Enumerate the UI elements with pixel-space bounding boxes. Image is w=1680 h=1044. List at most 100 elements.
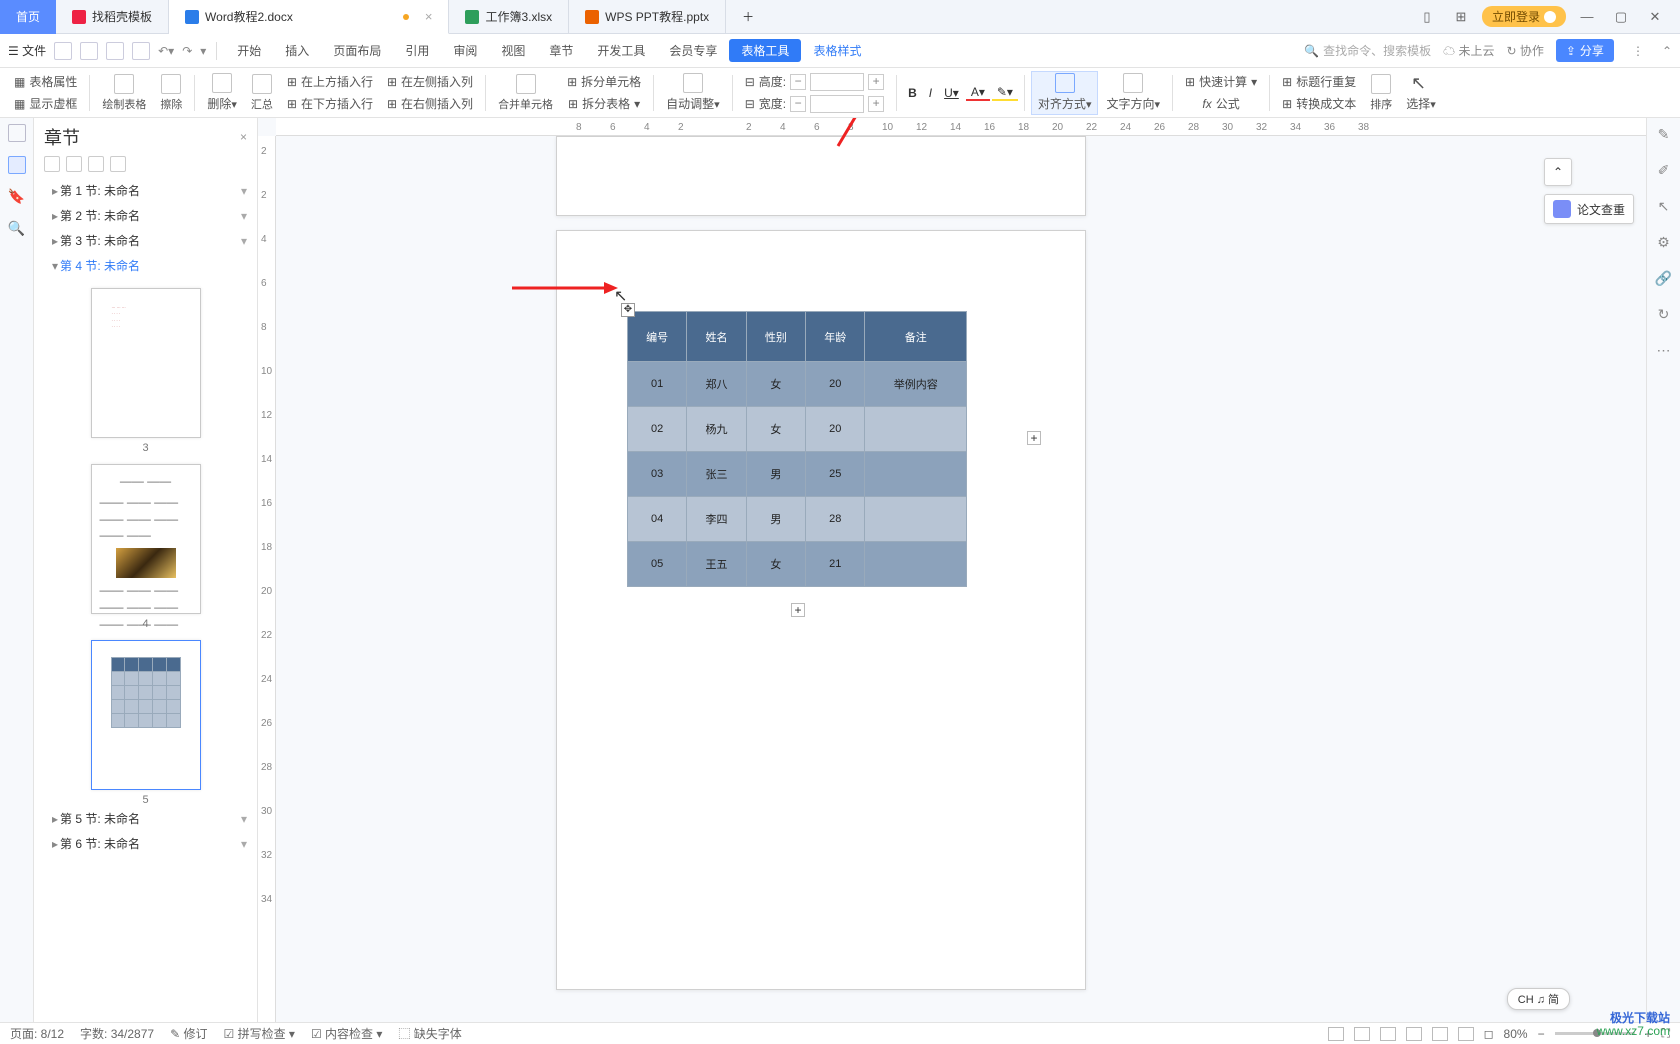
page-thumb-5[interactable] bbox=[91, 640, 201, 790]
rib-bold[interactable]: B bbox=[903, 86, 922, 100]
dock-search-icon[interactable]: 🔍 bbox=[8, 220, 26, 238]
qat-save[interactable] bbox=[54, 42, 72, 60]
table-cell[interactable]: 男 bbox=[746, 452, 805, 497]
view-page-icon[interactable] bbox=[1354, 1027, 1370, 1041]
window-close[interactable]: ✕ bbox=[1642, 9, 1668, 25]
qat-print[interactable] bbox=[80, 42, 98, 60]
rib-italic[interactable]: I bbox=[924, 86, 937, 100]
rib-split-table[interactable]: ⊞ 拆分表格▾ bbox=[561, 93, 647, 115]
width-input[interactable] bbox=[810, 95, 864, 113]
height-input[interactable] bbox=[810, 73, 864, 91]
menu-table-style[interactable]: 表格样式 bbox=[801, 42, 873, 59]
status-spell[interactable]: ☑ 拼写检查 ▾ bbox=[223, 1025, 294, 1042]
rib-title-row-repeat[interactable]: ⊞ 标题行重复 bbox=[1276, 71, 1362, 93]
share-button[interactable]: ⇪ 分享 bbox=[1556, 39, 1614, 62]
rib-insert-row-above[interactable]: ⊞ 在上方插入行 bbox=[281, 71, 379, 93]
table-cell[interactable] bbox=[865, 407, 967, 452]
rd-link-icon[interactable]: 🔗 bbox=[1655, 270, 1673, 288]
document-page[interactable]: ✥ 编号姓名性别年龄备注01郑八女20举例内容02杨九女2003张三男2504李… bbox=[556, 230, 1086, 990]
tile-icon[interactable]: ▯ bbox=[1414, 9, 1440, 25]
rd-sync-icon[interactable]: ↻ bbox=[1655, 306, 1673, 324]
zoom-value[interactable]: 80% bbox=[1504, 1027, 1528, 1041]
apps-icon[interactable]: ⊞ bbox=[1448, 9, 1474, 25]
table-cell[interactable]: 李四 bbox=[687, 497, 746, 542]
nav-section-5[interactable]: ▸第 5 节: 未命名▾ bbox=[34, 806, 257, 831]
status-content[interactable]: ☑ 内容检查 ▾ bbox=[311, 1025, 382, 1042]
file-menu[interactable]: ☰ 文件 bbox=[8, 42, 46, 59]
view-read-icon[interactable] bbox=[1380, 1027, 1396, 1041]
rib-insert-row-below[interactable]: ⊞ 在下方插入行 bbox=[281, 93, 379, 115]
qat-dropdown[interactable]: ▾ bbox=[200, 44, 206, 58]
table-cell[interactable]: 郑八 bbox=[687, 362, 746, 407]
content-table[interactable]: 编号姓名性别年龄备注01郑八女20举例内容02杨九女2003张三男2504李四男… bbox=[627, 311, 967, 587]
qat-cut[interactable] bbox=[132, 42, 150, 60]
menu-start[interactable]: 开始 bbox=[225, 42, 273, 59]
menu-devtools[interactable]: 开发工具 bbox=[585, 42, 657, 59]
table-cell[interactable]: 举例内容 bbox=[865, 362, 967, 407]
rib-split-cells[interactable]: ⊞ 拆分单元格 bbox=[561, 71, 647, 93]
table-cell[interactable]: 25 bbox=[806, 452, 865, 497]
zoom-fit-icon[interactable]: ◻ bbox=[1484, 1027, 1494, 1041]
rib-autofit[interactable]: 自动调整▾ bbox=[660, 71, 726, 115]
vertical-ruler[interactable]: 2246810121416182022242628303234 bbox=[258, 136, 276, 1022]
rd-pen-icon[interactable]: ✐ bbox=[1655, 162, 1673, 180]
close-icon[interactable]: × bbox=[425, 9, 433, 24]
status-revise[interactable]: ✎ 修订 bbox=[170, 1025, 207, 1042]
dock-bookmark-icon[interactable]: 🔖 bbox=[8, 188, 26, 206]
rib-erase[interactable]: 擦除 bbox=[154, 71, 188, 115]
qat-redo[interactable]: ↷ bbox=[182, 44, 192, 58]
table-cell[interactable]: 05 bbox=[628, 542, 687, 587]
window-min[interactable]: — bbox=[1574, 9, 1600, 24]
page-thumb-3[interactable]: ··· ··· ···· · · ·· · · ·· · · · bbox=[91, 288, 201, 438]
table-cell[interactable]: 20 bbox=[806, 362, 865, 407]
rd-help-icon[interactable]: ⋯ bbox=[1655, 342, 1673, 360]
tab-home[interactable]: 首页 bbox=[0, 0, 56, 34]
rib-table-props[interactable]: ▦ 表格属性 bbox=[8, 71, 83, 93]
nav-section-6[interactable]: ▸第 6 节: 未命名▾ bbox=[34, 831, 257, 856]
command-search[interactable]: 🔍 查找命令、搜索模板 bbox=[1304, 42, 1431, 59]
table-cell[interactable]: 王五 bbox=[687, 542, 746, 587]
rib-summary[interactable]: 汇总 bbox=[245, 71, 279, 115]
menu-chapter[interactable]: 章节 bbox=[537, 42, 585, 59]
float-thesis-check[interactable]: 论文查重 bbox=[1544, 194, 1634, 224]
nav-section-4[interactable]: ▾第 4 节: 未命名 bbox=[34, 253, 257, 278]
window-max[interactable]: ▢ bbox=[1608, 9, 1634, 25]
qat-preview[interactable] bbox=[106, 42, 124, 60]
zoom-out[interactable]: − bbox=[1538, 1027, 1545, 1041]
rib-to-text[interactable]: ⊞ 转换成文本 bbox=[1276, 93, 1362, 115]
tab-xlsx[interactable]: 工作簿3.xlsx bbox=[449, 0, 569, 34]
table-cell[interactable]: 女 bbox=[746, 407, 805, 452]
rib-font-color[interactable]: A▾ bbox=[966, 85, 990, 101]
rib-show-border[interactable]: ▦ 显示虚框 bbox=[8, 93, 83, 115]
rib-formula[interactable]: fx 公式 bbox=[1179, 93, 1263, 115]
nav-section-1[interactable]: ▸第 1 节: 未命名▾ bbox=[34, 178, 257, 203]
table-header[interactable]: 编号 bbox=[628, 312, 687, 362]
menu-reference[interactable]: 引用 bbox=[393, 42, 441, 59]
status-words[interactable]: 字数: 34/2877 bbox=[80, 1025, 154, 1042]
nav-tool-3[interactable] bbox=[88, 156, 104, 172]
rib-align[interactable]: 对齐方式▾ bbox=[1031, 71, 1099, 115]
table-cell[interactable] bbox=[865, 497, 967, 542]
rib-row-height[interactable]: ⊟ 高度: −+ bbox=[739, 71, 890, 93]
rib-highlight[interactable]: ✎▾ bbox=[992, 85, 1018, 101]
dock-outline-icon[interactable] bbox=[8, 124, 26, 142]
cloud-status[interactable]: ☁ 未上云 bbox=[1443, 42, 1494, 59]
table-cell[interactable]: 28 bbox=[806, 497, 865, 542]
menu-layout[interactable]: 页面布局 bbox=[321, 42, 393, 59]
rib-fast-calc[interactable]: ⊞ 快速计算▾ bbox=[1179, 71, 1263, 93]
tab-template[interactable]: 找稻壳模板 bbox=[56, 0, 169, 34]
table-header[interactable]: 姓名 bbox=[687, 312, 746, 362]
rd-paint-icon[interactable]: ✎ bbox=[1655, 126, 1673, 144]
rib-draw-table[interactable]: 绘制表格 bbox=[96, 71, 152, 115]
table-cell[interactable]: 21 bbox=[806, 542, 865, 587]
rib-insert-col-right[interactable]: ⊞ 在右侧插入列 bbox=[381, 93, 479, 115]
rib-delete[interactable]: 删除▾ bbox=[201, 71, 243, 115]
page-thumb-4[interactable]: —— —— —— —— —— —— —— —— —— —— —— —— —— —… bbox=[91, 464, 201, 614]
login-button[interactable]: 立即登录 bbox=[1482, 6, 1566, 27]
rib-insert-col-left[interactable]: ⊞ 在左侧插入列 bbox=[381, 71, 479, 93]
rib-select[interactable]: ↖选择▾ bbox=[1400, 71, 1442, 115]
table-header[interactable]: 备注 bbox=[865, 312, 967, 362]
table-cell[interactable] bbox=[865, 452, 967, 497]
table-cell[interactable]: 20 bbox=[806, 407, 865, 452]
table-header[interactable]: 性别 bbox=[746, 312, 805, 362]
